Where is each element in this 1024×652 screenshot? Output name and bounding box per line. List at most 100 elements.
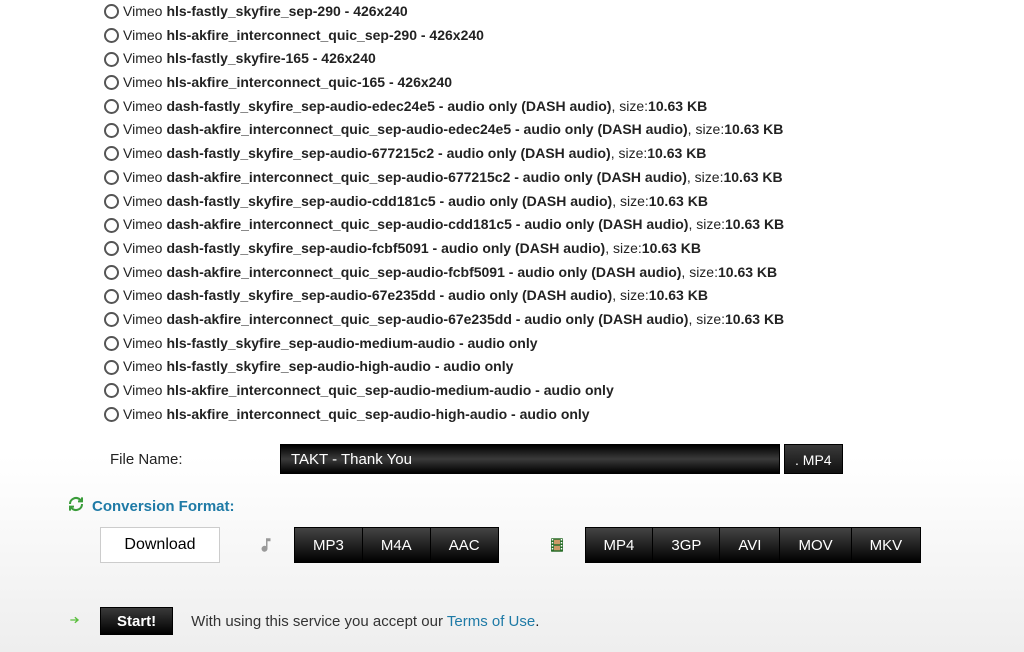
format-source: Vimeo — [123, 379, 162, 403]
filename-input[interactable] — [280, 444, 780, 474]
video-format-group: MP43GPAVIMOVMKV — [585, 527, 922, 563]
download-button[interactable]: Download — [100, 527, 220, 563]
format-size-label: , size: — [612, 284, 649, 308]
format-source: Vimeo — [123, 355, 162, 379]
format-row: Vimeohls-fastly_skyfire_sep-audio-high-a… — [104, 355, 1024, 379]
format-source: Vimeo — [123, 284, 162, 308]
format-size-label: , size: — [611, 142, 648, 166]
audio-format-aac-button[interactable]: AAC — [431, 527, 499, 563]
format-radio[interactable] — [104, 194, 119, 209]
format-row: Vimeodash-akfire_interconnect_quic_sep-a… — [104, 166, 1024, 190]
format-name: hls-fastly_skyfire_sep-audio-medium-audi… — [166, 332, 537, 356]
audio-format-mp3-button[interactable]: MP3 — [294, 527, 363, 563]
format-row: Vimeodash-fastly_skyfire_sep-audio-edec2… — [104, 95, 1024, 119]
format-row: Vimeodash-akfire_interconnect_quic_sep-a… — [104, 261, 1024, 285]
format-radio[interactable] — [104, 407, 119, 422]
format-name: dash-fastly_skyfire_sep-audio-677215c2 -… — [166, 142, 610, 166]
format-radio[interactable] — [104, 336, 119, 351]
start-button[interactable]: Start! — [100, 607, 173, 635]
filename-row: File Name: . MP4 — [0, 444, 1024, 474]
format-source: Vimeo — [123, 118, 162, 142]
film-icon — [547, 535, 567, 555]
format-row: Vimeohls-fastly_skyfire_sep-audio-medium… — [104, 332, 1024, 356]
format-size-label: , size: — [688, 213, 725, 237]
audio-format-m4a-button[interactable]: M4A — [363, 527, 431, 563]
filename-label: File Name: — [110, 451, 280, 468]
format-source: Vimeo — [123, 0, 162, 24]
format-name: dash-akfire_interconnect_quic_sep-audio-… — [166, 213, 688, 237]
terms-text: With using this service you accept our T… — [191, 613, 539, 630]
format-name: dash-akfire_interconnect_quic_sep-audio-… — [166, 308, 688, 332]
format-size-value: 10.63 KB — [647, 142, 706, 166]
start-row: Start! With using this service you accep… — [0, 607, 1024, 635]
format-list: Vimeohls-fastly_skyfire_sep-290 - 426x24… — [0, 0, 1024, 426]
format-row: Vimeodash-akfire_interconnect_quic_sep-a… — [104, 118, 1024, 142]
format-size-label: , size: — [611, 95, 648, 119]
format-name: hls-akfire_interconnect_quic_sep-290 - 4… — [166, 24, 484, 48]
format-size-label: , size: — [681, 261, 718, 285]
format-radio[interactable] — [104, 75, 119, 90]
format-size-value: 10.63 KB — [718, 261, 777, 285]
conversion-header: Conversion Format: — [0, 496, 1024, 517]
format-name: hls-fastly_skyfire_sep-audio-high-audio … — [166, 355, 513, 379]
audio-format-group: MP3M4AAAC — [294, 527, 499, 563]
format-name: dash-fastly_skyfire_sep-audio-cdd181c5 -… — [166, 190, 612, 214]
format-source: Vimeo — [123, 190, 162, 214]
video-format-avi-button[interactable]: AVI — [720, 527, 780, 563]
format-radio[interactable] — [104, 265, 119, 280]
format-radio[interactable] — [104, 123, 119, 138]
format-name: hls-fastly_skyfire_sep-290 - 426x240 — [166, 0, 407, 24]
format-radio[interactable] — [104, 241, 119, 256]
format-radio[interactable] — [104, 383, 119, 398]
video-format-mp4-button[interactable]: MP4 — [585, 527, 654, 563]
format-row: Vimeodash-fastly_skyfire_sep-audio-67721… — [104, 142, 1024, 166]
format-name: hls-akfire_interconnect_quic-165 - 426x2… — [166, 71, 452, 95]
terms-link[interactable]: Terms of Use — [447, 613, 535, 630]
format-size-value: 10.63 KB — [725, 213, 784, 237]
video-format-mkv-button[interactable]: MKV — [852, 527, 922, 563]
format-source: Vimeo — [123, 47, 162, 71]
format-size-label: , size: — [688, 308, 725, 332]
format-size-label: , size: — [605, 237, 642, 261]
format-source: Vimeo — [123, 95, 162, 119]
video-format-3gp-button[interactable]: 3GP — [653, 527, 720, 563]
format-radio[interactable] — [104, 52, 119, 67]
format-radio[interactable] — [104, 218, 119, 233]
format-source: Vimeo — [123, 213, 162, 237]
format-source: Vimeo — [123, 166, 162, 190]
format-radio[interactable] — [104, 4, 119, 19]
format-source: Vimeo — [123, 261, 162, 285]
format-radio[interactable] — [104, 170, 119, 185]
format-size-value: 10.63 KB — [725, 308, 784, 332]
filename-extension: . MP4 — [784, 444, 843, 474]
format-row: Vimeodash-fastly_skyfire_sep-audio-fcbf5… — [104, 237, 1024, 261]
format-size-label: , size: — [687, 166, 724, 190]
format-name: dash-fastly_skyfire_sep-audio-67e235dd -… — [166, 284, 612, 308]
format-row: Vimeohls-akfire_interconnect_quic_sep-29… — [104, 24, 1024, 48]
conversion-buttons: Download MP3M4AAAC MP43GPAVIMOVMKV — [0, 527, 1024, 563]
refresh-icon — [68, 496, 84, 517]
format-radio[interactable] — [104, 99, 119, 114]
video-format-mov-button[interactable]: MOV — [780, 527, 851, 563]
conversion-label: Conversion Format: — [92, 498, 235, 515]
format-radio[interactable] — [104, 312, 119, 327]
format-size-value: 10.63 KB — [642, 237, 701, 261]
format-size-value: 10.63 KB — [723, 166, 782, 190]
format-source: Vimeo — [123, 308, 162, 332]
format-row: Vimeohls-akfire_interconnect_quic_sep-au… — [104, 403, 1024, 427]
format-row: Vimeodash-akfire_interconnect_quic_sep-a… — [104, 308, 1024, 332]
format-size-value: 10.63 KB — [649, 284, 708, 308]
format-radio[interactable] — [104, 146, 119, 161]
format-size-label: , size: — [688, 118, 725, 142]
format-row: Vimeohls-fastly_skyfire_sep-290 - 426x24… — [104, 0, 1024, 24]
format-size-value: 10.63 KB — [649, 190, 708, 214]
format-name: hls-akfire_interconnect_quic_sep-audio-m… — [166, 379, 613, 403]
format-size-value: 10.63 KB — [648, 95, 707, 119]
format-radio[interactable] — [104, 360, 119, 375]
format-size-value: 10.63 KB — [724, 118, 783, 142]
format-radio[interactable] — [104, 289, 119, 304]
format-radio[interactable] — [104, 28, 119, 43]
format-source: Vimeo — [123, 142, 162, 166]
format-name: dash-fastly_skyfire_sep-audio-fcbf5091 -… — [166, 237, 605, 261]
format-source: Vimeo — [123, 332, 162, 356]
